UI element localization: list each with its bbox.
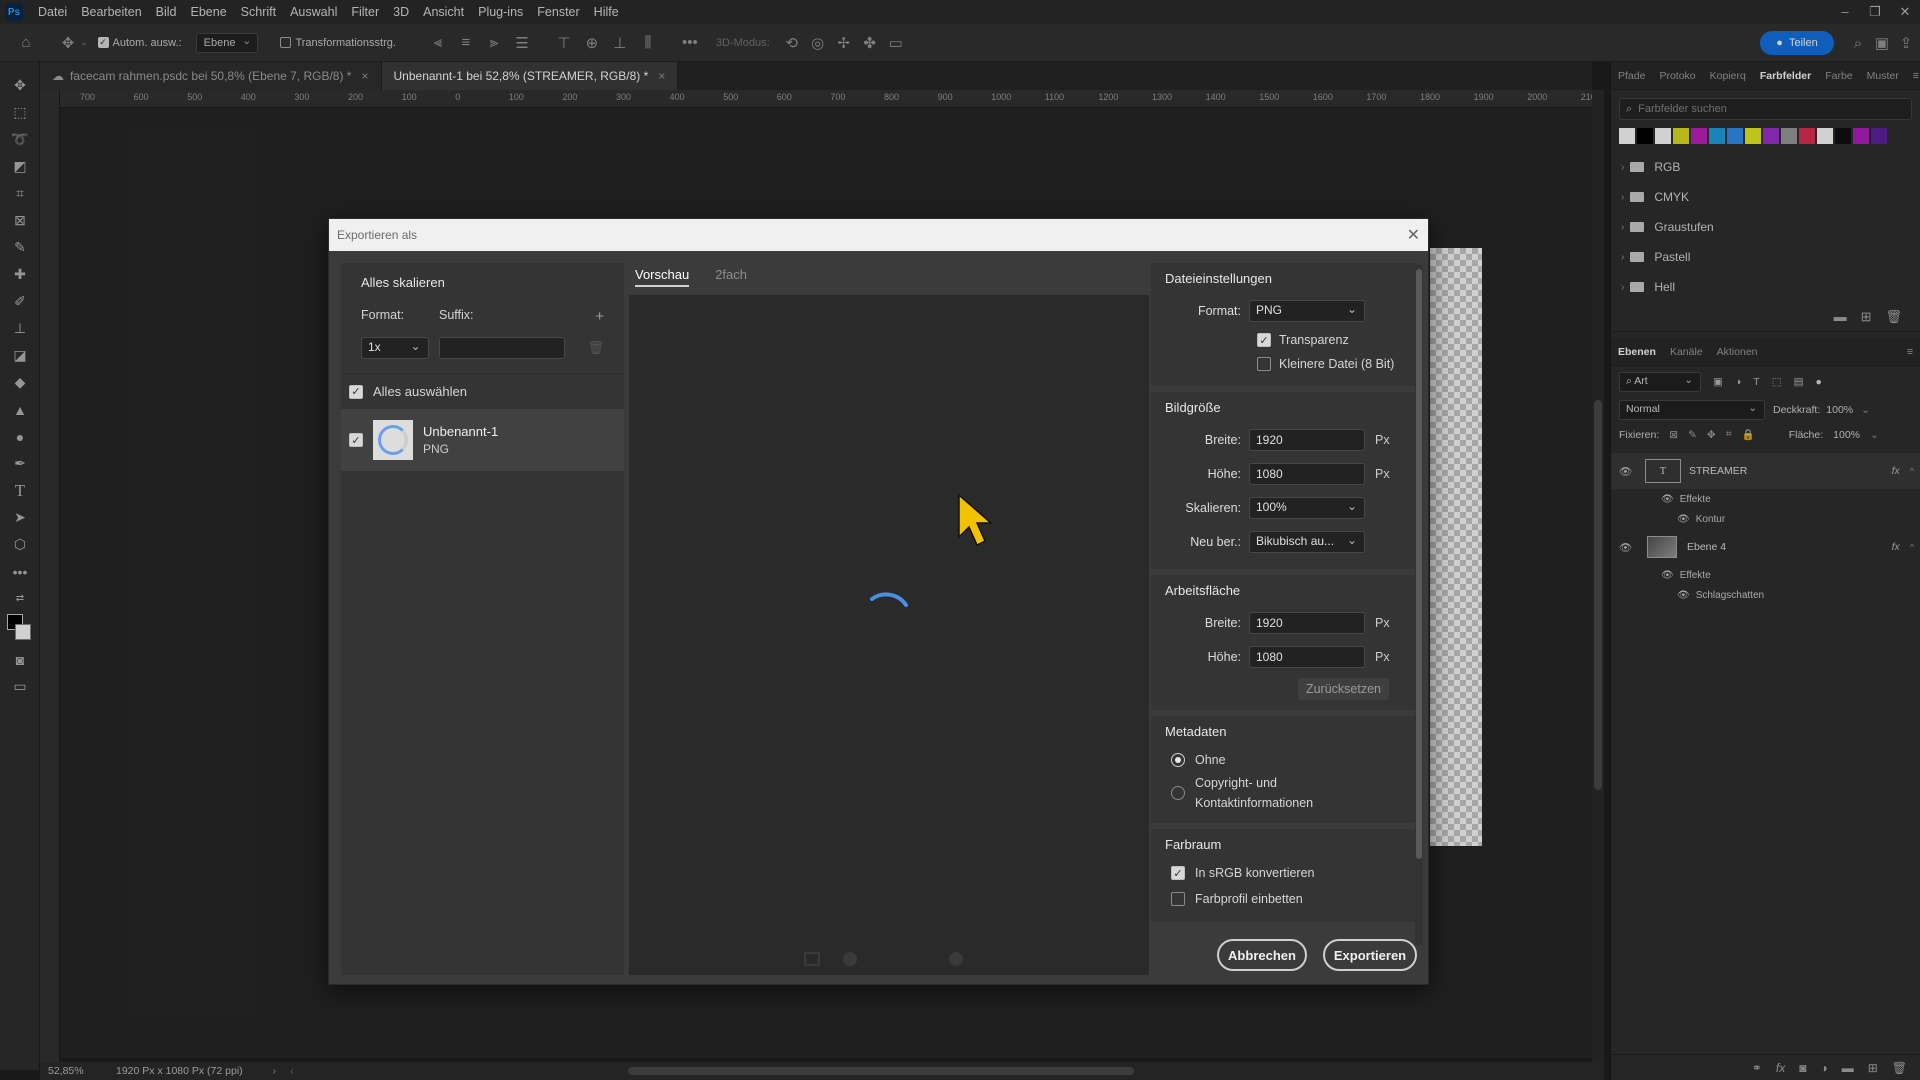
asset-checkbox[interactable]: ✓ <box>349 433 363 447</box>
meta-copyright-label: Copyright- und Kontaktinformationen <box>1195 776 1314 810</box>
spinner-icon <box>378 425 408 455</box>
smaller-file-label: Kleinere Datei (8 Bit) <box>1279 357 1395 371</box>
canvas-width-label: Breite: <box>1204 616 1241 630</box>
asset-column: Alles skalieren Format: Suffix: + 1x ⌄ 🗑 … <box>341 263 624 975</box>
zoom-out-icon <box>843 952 857 966</box>
metadata-heading: Metadaten <box>1165 724 1227 739</box>
file-format-value: PNG <box>1256 303 1283 317</box>
chevron-down-icon: ⌄ <box>410 339 421 353</box>
width-input[interactable]: 1920 <box>1249 429 1365 451</box>
resample-dropdown[interactable]: Bikubisch au... ⌄ <box>1249 531 1365 553</box>
resample-value: Bikubisch au... <box>1256 534 1335 548</box>
suffix-label: Suffix: <box>439 308 474 322</box>
metadata-section: Metadaten Ohne Copyright- und Kontaktinf… <box>1151 716 1419 823</box>
chevron-down-icon: ⌄ <box>1346 533 1357 547</box>
smaller-file-checkbox[interactable] <box>1257 357 1271 371</box>
canvas-height-unit: Px <box>1375 650 1390 664</box>
asset-thumbnail <box>373 420 413 460</box>
fit-icon <box>804 952 820 966</box>
canvas-height-label: Höhe: <box>1207 650 1241 664</box>
asset-format: PNG <box>423 442 450 456</box>
scale-all-heading: Alles skalieren <box>361 275 445 290</box>
chevron-down-icon: ⌄ <box>1346 302 1357 316</box>
scale-dropdown[interactable]: 1x ⌄ <box>361 337 429 359</box>
srgb-label: In sRGB konvertieren <box>1195 866 1315 880</box>
width-unit: Px <box>1375 433 1390 447</box>
reset-button[interactable]: Zurücksetzen <box>1297 678 1389 700</box>
trash-icon[interactable]: 🗑 <box>587 340 604 356</box>
preview-tabs: Vorschau 2fach <box>629 263 1149 293</box>
canvas-width-unit: Px <box>1375 616 1390 630</box>
mouse-cursor-icon <box>958 493 993 547</box>
tab-preview[interactable]: Vorschau <box>635 263 690 287</box>
export-button[interactable]: Exportieren <box>1323 939 1417 971</box>
meta-none-label: Ohne <box>1195 753 1226 767</box>
canvas-width-input[interactable]: 1920 <box>1249 612 1365 634</box>
colorspace-section: Farbraum ✓ In sRGB konvertieren Farbprof… <box>1151 829 1419 922</box>
select-all-checkbox[interactable]: ✓ <box>349 384 363 399</box>
settings-column: Dateieinstellungen Format: PNG ⌄ ✓ Transp… <box>1151 263 1419 975</box>
transparency-checkbox[interactable]: ✓ <box>1257 333 1271 347</box>
height-input[interactable]: 1080 <box>1249 463 1365 485</box>
asset-name: Unbenannt-1 <box>423 424 499 439</box>
format-label: Format: <box>361 308 405 322</box>
close-icon[interactable]: ✕ <box>1407 225 1420 245</box>
meta-copyright-radio[interactable] <box>1171 786 1185 800</box>
preview-area: Vorschau 2fach <box>629 263 1149 975</box>
file-settings-heading: Dateieinstellungen <box>1165 271 1272 286</box>
settings-scroll-thumb[interactable] <box>1416 269 1422 859</box>
scale-percent-value: 100% <box>1256 500 1287 514</box>
image-size-section: Bildgröße Breite: 1920 Px Höhe: 1080 Px … <box>1151 392 1419 569</box>
scale-value: 1x <box>368 340 381 354</box>
select-all-label: Alles auswählen <box>373 384 467 399</box>
export-dialog: Exportieren als ✕ Alles skalieren Format… <box>328 218 1429 985</box>
dialog-title-bar: Exportieren als ✕ <box>329 219 1428 251</box>
dialog-title: Exportieren als <box>337 228 418 242</box>
cancel-button[interactable]: Abbrechen <box>1217 939 1307 971</box>
embed-profile-checkbox[interactable] <box>1171 892 1185 906</box>
preview-graphics <box>804 493 993 966</box>
resample-label: Neu ber.: <box>1190 535 1241 549</box>
meta-none-radio[interactable] <box>1171 753 1185 767</box>
chevron-down-icon: ⌄ <box>1346 499 1357 513</box>
width-label: Breite: <box>1204 433 1241 447</box>
srgb-checkbox[interactable]: ✓ <box>1171 866 1185 880</box>
scale-label: Skalieren: <box>1185 501 1241 515</box>
loading-spinner-icon <box>870 592 908 607</box>
transparency-label: Transparenz <box>1279 333 1349 347</box>
height-label: Höhe: <box>1207 467 1241 481</box>
height-unit: Px <box>1375 467 1390 481</box>
scale-percent-dropdown[interactable]: 100% ⌄ <box>1249 497 1365 519</box>
suffix-input[interactable] <box>438 337 566 359</box>
add-icon[interactable]: + <box>595 308 604 325</box>
file-format-label: Format: <box>1197 304 1241 318</box>
canvas-height-input[interactable]: 1080 <box>1249 646 1365 668</box>
tab-2x[interactable]: 2fach <box>715 263 747 293</box>
zoom-in-icon <box>949 952 963 966</box>
file-format-dropdown[interactable]: PNG ⌄ <box>1249 300 1365 322</box>
canvas-heading: Arbeitsfläche <box>1165 583 1241 598</box>
canvas-size-section: Arbeitsfläche Breite: 1920 Px Höhe: 1080… <box>1151 575 1419 710</box>
image-size-heading: Bildgröße <box>1165 400 1221 415</box>
embed-profile-label: Farbprofil einbetten <box>1195 892 1303 906</box>
preview-canvas <box>629 295 1149 975</box>
asset-row[interactable]: ✓ Unbenannt-1 PNG <box>341 409 624 471</box>
colorspace-heading: Farbraum <box>1165 837 1222 852</box>
file-settings-section: Dateieinstellungen Format: PNG ⌄ ✓ Transp… <box>1151 263 1419 386</box>
